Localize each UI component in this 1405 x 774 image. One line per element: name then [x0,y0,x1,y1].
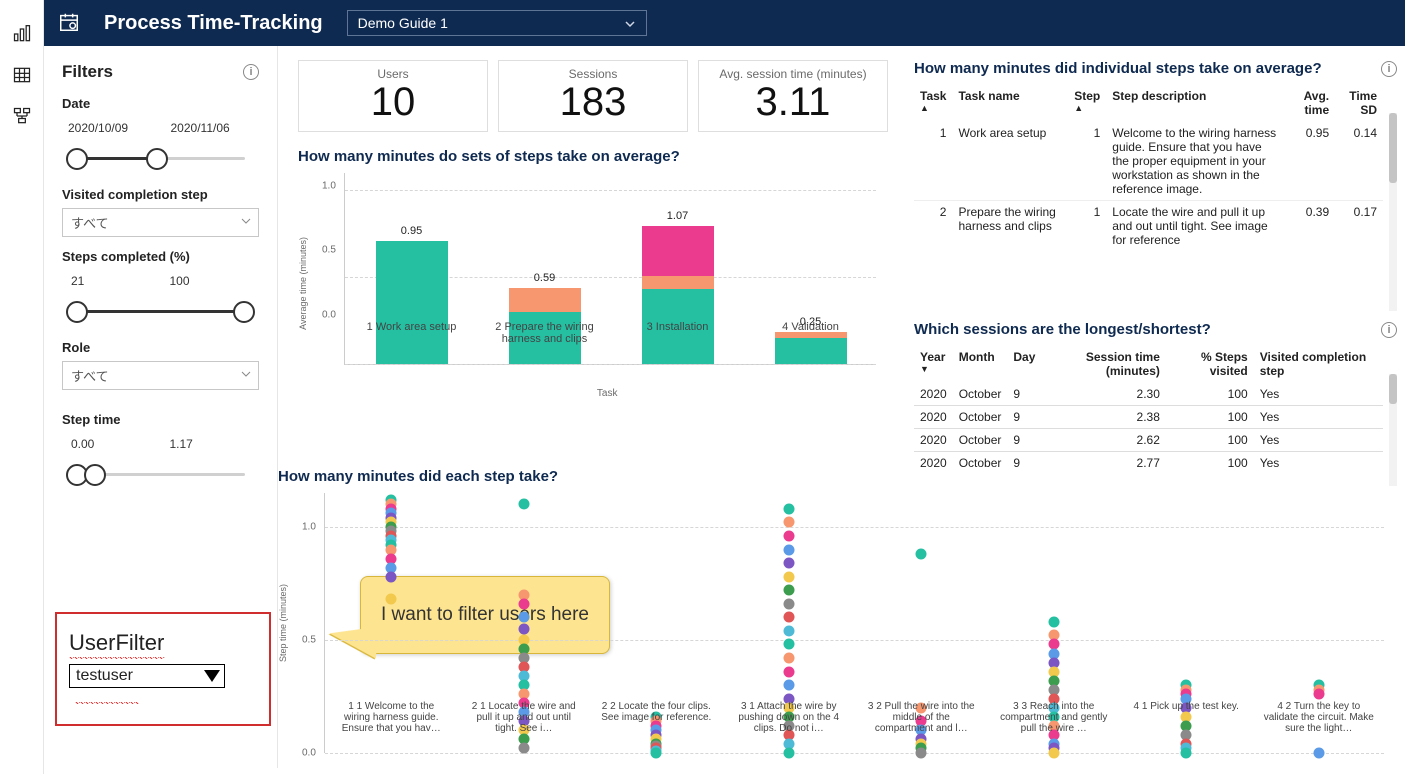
kpi-users-label: Users [309,67,477,81]
kpi-avg-session: Avg. session time (minutes) 3.11 [698,60,888,132]
date-range-slider[interactable] [62,143,259,175]
sessions-title: Which sessions are the longest/shortest? [914,321,1211,338]
chevron-down-icon [624,17,636,33]
individual-steps-title: How many minutes did individual steps ta… [914,60,1322,77]
table-row[interactable]: 1Work area setup1Welcome to the wiring h… [914,122,1383,201]
caret-down-icon [204,670,220,682]
steps-pct-from[interactable]: 21 [62,270,161,292]
filter-steptime-label: Step time [62,412,259,427]
filter-role-label: Role [62,340,259,355]
visited-completion-value: すべて [71,216,109,231]
role-value: すべて [71,369,109,384]
hierarchy-icon[interactable] [12,106,32,129]
top-bar: Process Time-Tracking Demo Guide 1 [44,0,1405,46]
main-content: Users 10 Sessions 183 Avg. session time … [278,46,1397,768]
kpi-avg-value: 3.11 [709,81,877,123]
right-column: How many minutes did individual steps ta… [914,60,1397,486]
visited-completion-dropdown[interactable]: すべて [62,208,259,237]
left-nav-rail [0,0,44,774]
steptime-to[interactable]: 1.17 [161,433,260,455]
chevron-down-icon [240,368,252,383]
info-icon[interactable]: i [1381,61,1397,77]
filter-visited-label: Visited completion step [62,187,259,202]
steptime-slider[interactable] [62,459,259,491]
kpi-sessions-label: Sessions [509,67,677,81]
scrollbar[interactable] [1389,113,1397,311]
steptime-from[interactable]: 0.00 [62,433,161,455]
scatter-y-axis-label: Step time (minutes) [278,584,288,662]
kpi-avg-label: Avg. session time (minutes) [709,67,877,81]
table-row[interactable]: 2020October92.30100Yes [914,383,1383,406]
filters-header: Filters i [62,62,259,82]
steps-pct-to[interactable]: 100 [161,270,260,292]
kpi-sessions: Sessions 183 [498,60,688,132]
sessions-table[interactable]: Year▼MonthDaySession time (minutes)% Ste… [914,346,1383,474]
kpi-users: Users 10 [298,60,488,132]
bar-chart-icon[interactable] [12,24,32,47]
steps-scatter-chart[interactable]: Step time (minutes) 1 1 Welcome to the w… [278,493,1405,753]
individual-steps-table[interactable]: Task▲Task nameStep▲Step descriptionAvg. … [914,85,1383,251]
filters-header-text: Filters [62,62,113,82]
table-row[interactable]: 2020October92.77100Yes [914,452,1383,475]
date-to-value[interactable]: 2020/11/06 [165,117,260,139]
table-row[interactable]: 2Prepare the wiring harness and clips1Lo… [914,201,1383,252]
userfilter-highlight-box: UserFilter testuser [55,612,271,726]
guide-dropdown[interactable]: Demo Guide 1 [347,10,647,36]
table-row[interactable]: 2020October92.62100Yes [914,429,1383,452]
table-grid-icon[interactable] [12,65,32,88]
userfilter-label: UserFilter [69,630,257,656]
scrollbar[interactable] [1389,374,1397,486]
filter-date-label: Date [62,96,259,111]
bar-y-axis-label: Average time (minutes) [298,237,308,330]
date-from-value[interactable]: 2020/10/09 [62,117,157,139]
table-row[interactable]: 2020October92.38100Yes [914,406,1383,429]
info-icon[interactable]: i [1381,322,1397,338]
kpi-sessions-value: 183 [509,81,677,123]
userfilter-dropdown[interactable]: testuser [69,664,225,688]
steps-pct-slider[interactable] [62,296,259,328]
chevron-down-icon [240,215,252,230]
filter-steps-pct-label: Steps completed (%) [62,249,259,264]
kpi-users-value: 10 [309,81,477,123]
role-dropdown[interactable]: すべて [62,361,259,390]
page-title: Process Time-Tracking [104,12,323,35]
info-icon[interactable]: i [243,64,259,80]
userfilter-value: testuser [76,667,133,685]
guide-dropdown-value: Demo Guide 1 [358,15,448,31]
calendar-icon [58,11,80,36]
